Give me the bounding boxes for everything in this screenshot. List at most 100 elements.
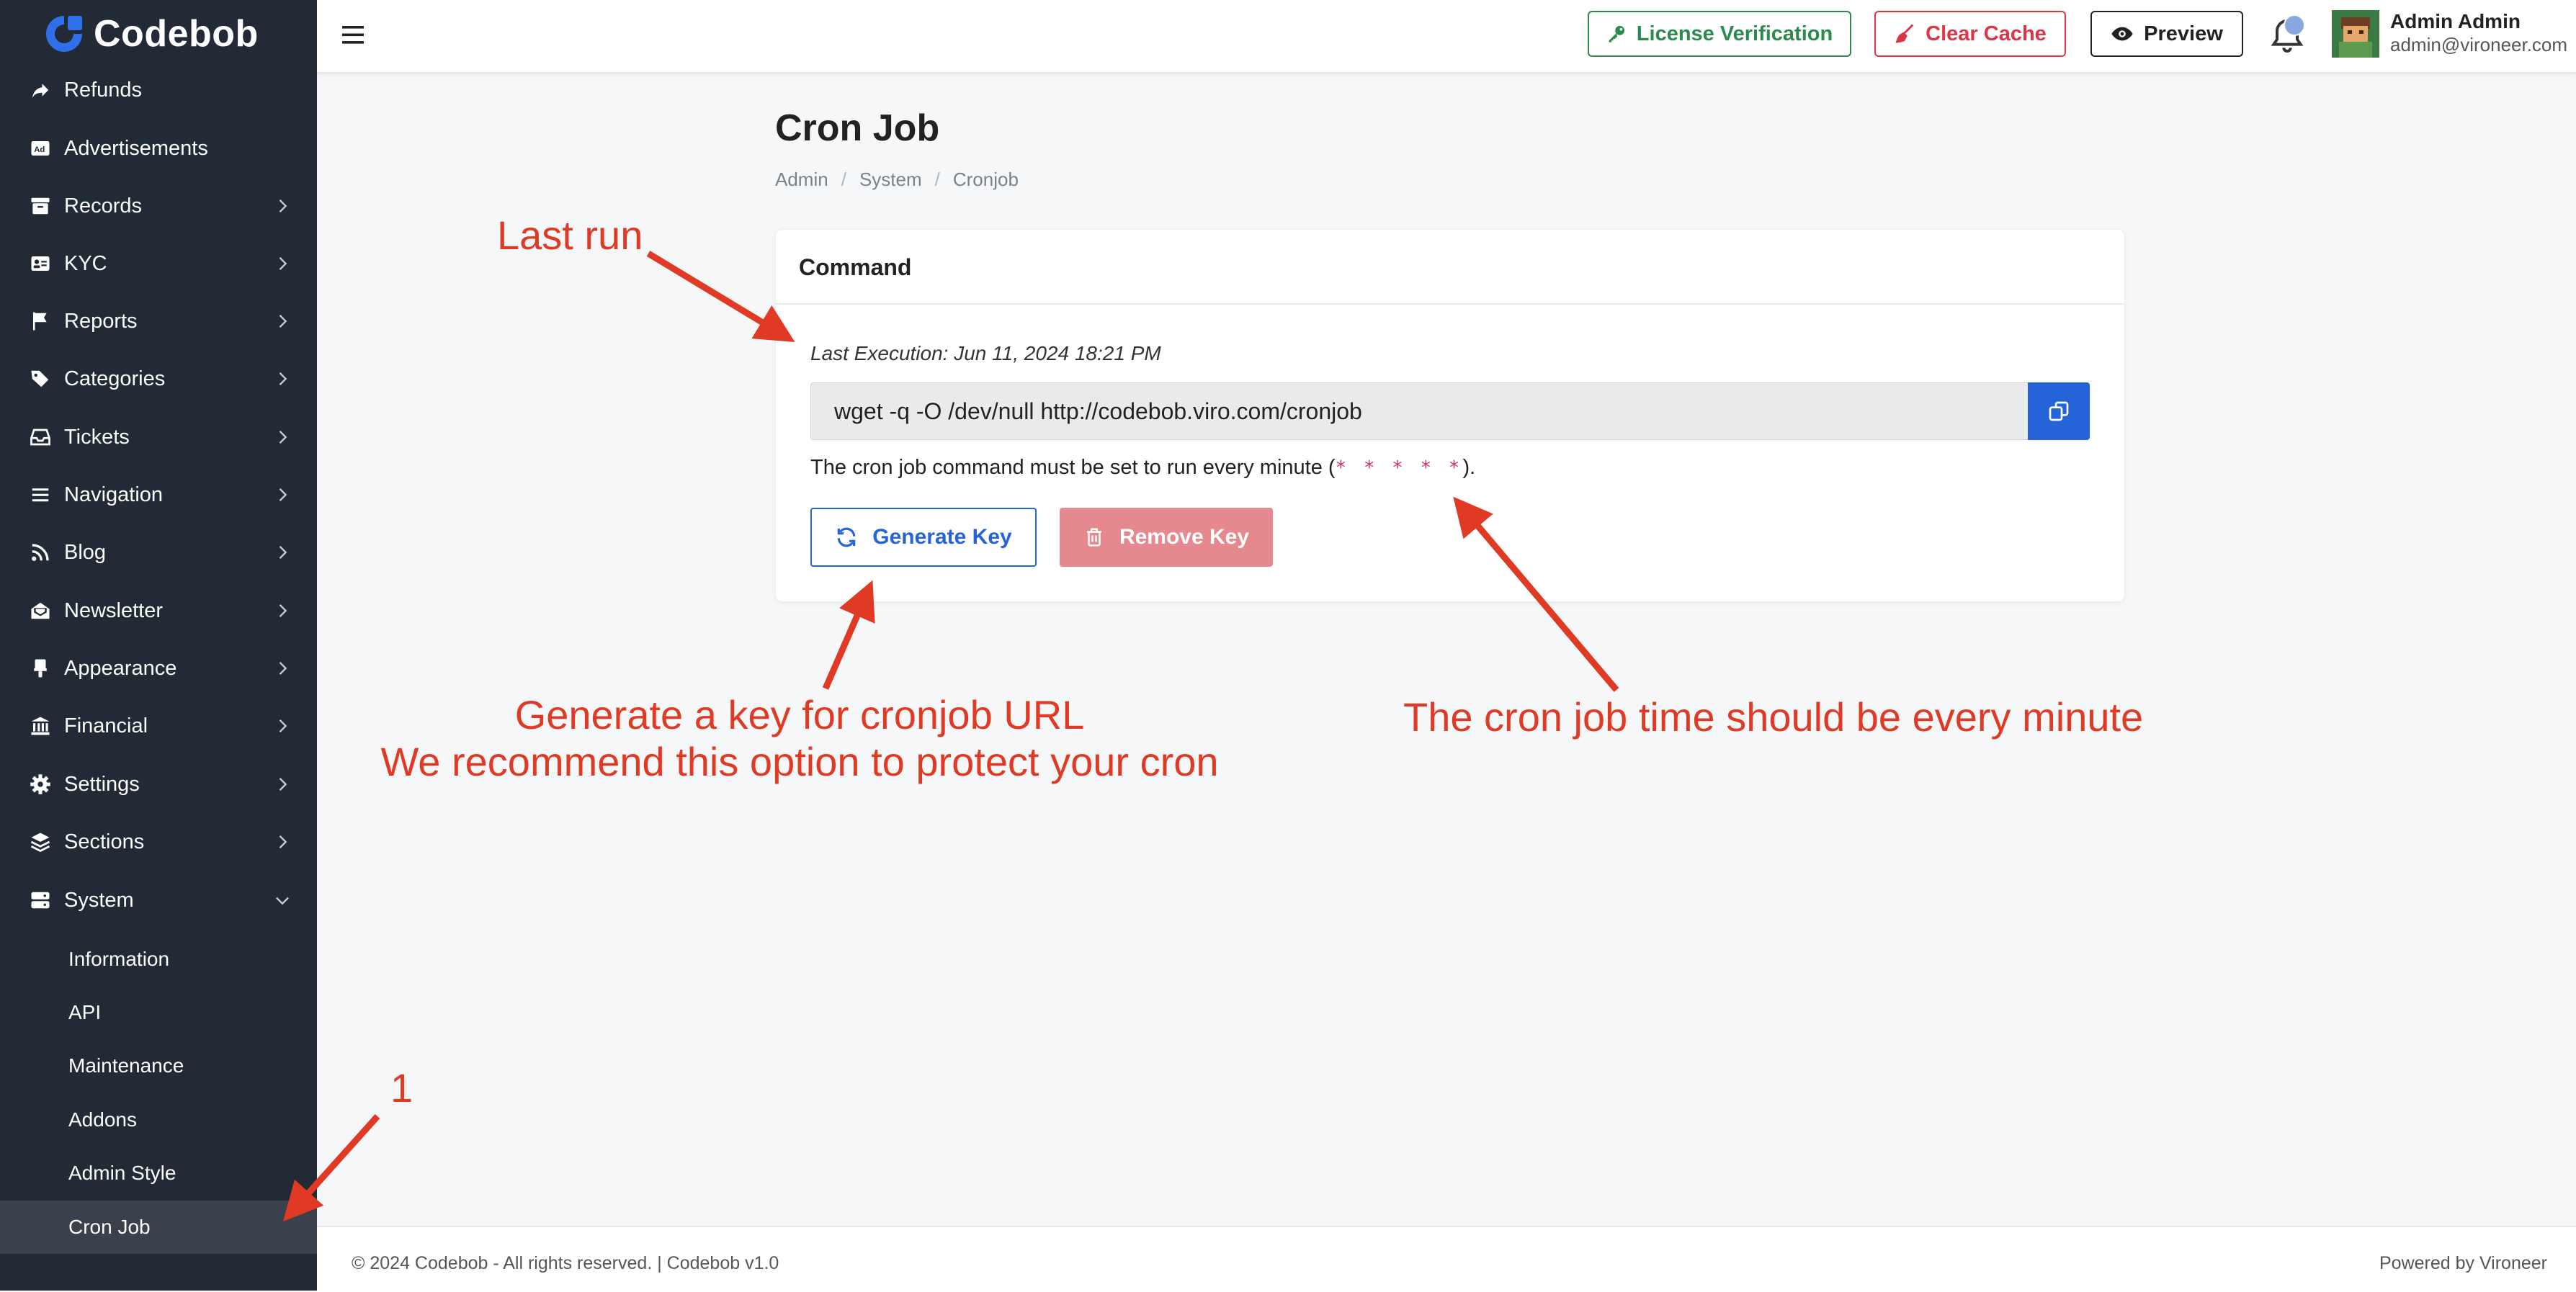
user-name[interactable]: Admin Admin [2390, 10, 2521, 33]
chevron-right-icon [279, 431, 287, 444]
sidebar-item-label: Newsletter [64, 598, 163, 622]
envelope-open-icon [27, 598, 53, 624]
ad-icon: Ad [27, 135, 53, 161]
preview-button[interactable]: Preview [2090, 11, 2243, 57]
sidebar-item-advertisements[interactable]: Ad Advertisements [0, 120, 317, 177]
sidebar-item-label: Categories [64, 367, 166, 390]
sidebar-subitem-label: Admin Style [68, 1162, 176, 1184]
sidebar-item-label: Appearance [64, 656, 177, 680]
license-verification-label: License Verification [1636, 22, 1833, 45]
sidebar-subitem-label: Cron Job [68, 1216, 151, 1238]
flag-icon [27, 308, 53, 334]
license-verification-button[interactable]: License Verification [1588, 11, 1851, 57]
sidebar-item-refunds[interactable]: Refunds [0, 61, 317, 119]
codebob-logo-icon [46, 16, 82, 52]
refresh-icon [838, 527, 856, 547]
annotation-generate-line2: We recommend this option to protect your… [380, 739, 1219, 784]
breadcrumb-cronjob: Cronjob [952, 169, 1019, 190]
breadcrumb-admin[interactable]: Admin [775, 169, 828, 191]
id-card-icon [27, 251, 53, 277]
sidebar-item-label: Blog [64, 540, 107, 564]
breadcrumb-system[interactable]: System [859, 169, 922, 191]
footer-powered-by[interactable]: Powered by Vironeer [2379, 1253, 2547, 1274]
card-header: Command [776, 230, 2124, 305]
sidebar-item-sections[interactable]: Sections [0, 813, 317, 871]
cron-frequency-note: The cron job command must be set to run … [810, 456, 1475, 480]
sidebar-item-blog[interactable]: Blog [0, 524, 317, 581]
sidebar-item-kyc[interactable]: KYC [0, 235, 317, 292]
eye-icon [2111, 27, 2133, 41]
sidebar-subitem-admin-style[interactable]: Admin Style [0, 1147, 317, 1200]
generate-key-label: Generate Key [872, 525, 1012, 549]
avatar[interactable] [2332, 10, 2379, 58]
chevron-right-icon [279, 546, 287, 559]
page-title: Cron Job [775, 107, 940, 149]
sidebar-item-label: KYC [64, 251, 107, 275]
svg-text:Ad: Ad [34, 145, 45, 154]
sidebar-item-financial[interactable]: Financial [0, 697, 317, 755]
remove-key-button[interactable]: Remove Key [1060, 508, 1273, 567]
sidebar-subitem-maintenance[interactable]: Maintenance [0, 1039, 317, 1093]
hamburger-menu-icon[interactable] [340, 22, 366, 48]
key-icon [1609, 25, 1624, 42]
card-title: Command [799, 254, 912, 280]
user-email: admin@vironeer.com [2390, 34, 2568, 55]
footer-copyright: © 2024 Codebob - All rights reserved. | … [352, 1253, 779, 1273]
generate-key-button[interactable]: Generate Key [810, 508, 1037, 567]
annotation-arrows [282, 251, 1619, 1222]
sidebar-item-reports[interactable]: Reports [0, 292, 317, 350]
sidebar-item-system[interactable]: System [0, 871, 317, 929]
sidebar-item-categories[interactable]: Categories [0, 350, 317, 408]
sidebar-subitem-information[interactable]: Information [0, 933, 317, 986]
sidebar-item-settings[interactable]: Settings [0, 755, 317, 813]
logo[interactable]: Codebob [42, 9, 259, 59]
sidebar-subitem-label: Maintenance [68, 1054, 184, 1077]
trash-icon [1086, 528, 1101, 547]
copy-button[interactable] [2028, 382, 2090, 440]
bars-icon [27, 482, 53, 508]
sidebar-item-label: Refunds [64, 78, 143, 102]
annotation-every-minute: The cron job time should be every minute [1403, 694, 2144, 740]
breadcrumb-separator: / [934, 169, 940, 190]
broom-icon [1895, 24, 1914, 43]
chevron-right-icon [279, 719, 287, 732]
sidebar-item-label: Financial [64, 714, 148, 737]
sidebar-item-label: Navigation [64, 483, 164, 506]
sidebar-subitem-api[interactable]: API [0, 986, 317, 1039]
bank-icon [27, 713, 53, 739]
sidebar-item-records[interactable]: Records [0, 177, 317, 235]
sidebar-item-navigation[interactable]: Navigation [0, 466, 317, 524]
remove-key-label: Remove Key [1119, 525, 1250, 549]
share-icon [27, 77, 53, 103]
footer: © 2024 Codebob - All rights reserved. | … [317, 1226, 2576, 1292]
sidebar-item-label: System [64, 888, 134, 912]
sidebar-item-tickets[interactable]: Tickets [0, 408, 317, 466]
chevron-right-icon [279, 488, 287, 501]
sidebar-item-label: Settings [64, 772, 140, 796]
sidebar-subitem-label: Information [68, 948, 170, 970]
chevron-right-icon [279, 604, 287, 617]
chevron-right-icon [279, 835, 287, 848]
chevron-right-icon [279, 372, 287, 385]
rss-icon [27, 539, 53, 565]
sidebar-item-appearance[interactable]: Appearance [0, 640, 317, 697]
chevron-right-icon [279, 315, 287, 328]
arrow-last-run [646, 251, 795, 342]
arrow-generate-key [822, 580, 875, 690]
breadcrumb-separator: / [841, 169, 846, 190]
annotation-generate-key: Generate a key for cronjob URL We recomm… [367, 691, 1232, 785]
sidebar-item-newsletter[interactable]: Newsletter [0, 582, 317, 640]
cron-note-prefix: The cron job command must be set to run … [810, 456, 1336, 479]
clear-cache-button[interactable]: Clear Cache [1874, 11, 2066, 57]
cron-command-input[interactable] [810, 382, 2028, 440]
sidebar-subitem-label: Addons [68, 1108, 137, 1131]
sidebar-item-label: Tickets [64, 425, 130, 449]
notification-badge [2284, 14, 2305, 36]
sidebar-subitem-cron-job[interactable]: Cron Job [0, 1201, 317, 1254]
breadcrumb: Admin / System / Cronjob [775, 169, 1019, 191]
topbar: License Verification Clear Cache Preview… [317, 0, 2576, 73]
sidebar-subitem-label: API [68, 1001, 102, 1023]
sidebar: Codebob Refunds Ad Advertisements Record… [0, 0, 317, 1291]
tags-icon [27, 366, 53, 392]
sidebar-subitem-addons[interactable]: Addons [0, 1093, 317, 1147]
